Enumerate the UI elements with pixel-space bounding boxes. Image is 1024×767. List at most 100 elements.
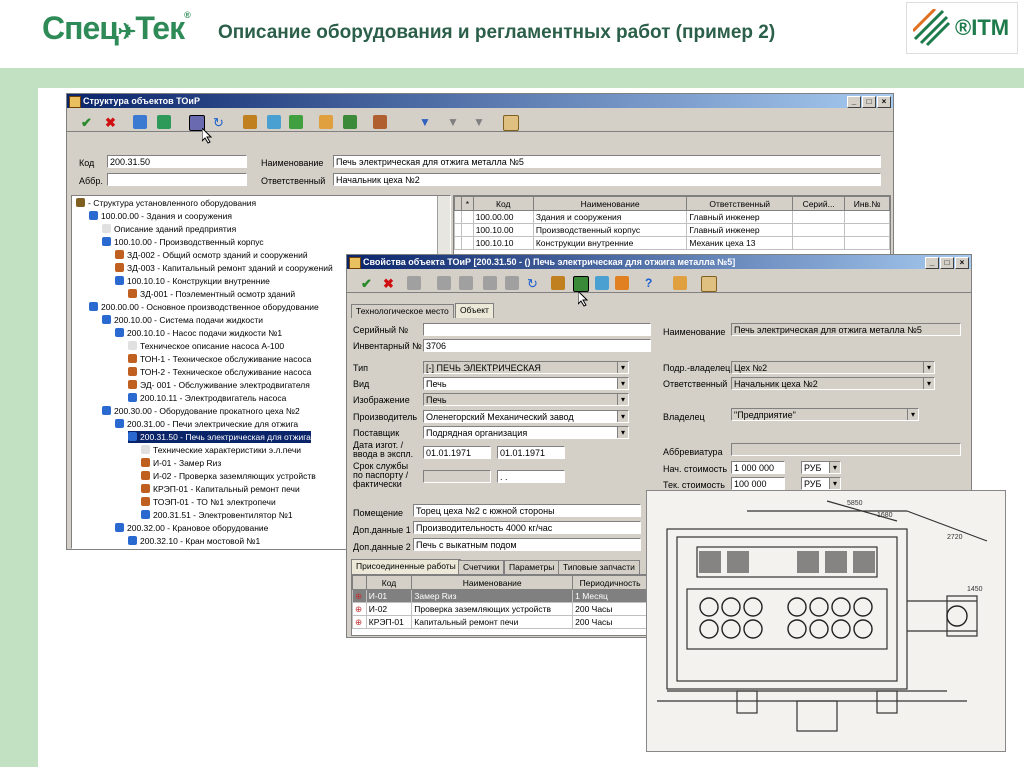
tag-icon[interactable] bbox=[319, 115, 333, 129]
image-select[interactable]: Печь bbox=[423, 393, 629, 406]
cost1-field[interactable]: 100 000 bbox=[731, 477, 785, 490]
works-column-header[interactable]: Наименование bbox=[411, 575, 574, 590]
table-row[interactable]: 100.10.00 Производственный корпус Главный … bbox=[454, 223, 890, 237]
filter-icon[interactable]: ▼ bbox=[419, 115, 433, 129]
tree-node[interactable]: ЭД- 001 - Обслуживание электродвигателя bbox=[128, 379, 310, 391]
tab-tech-place[interactable]: Технологическое место bbox=[351, 304, 454, 318]
tree-node[interactable]: И-01 - Замер Rиз bbox=[141, 457, 221, 469]
link-icon[interactable] bbox=[243, 115, 257, 129]
minimize-button[interactable]: _ bbox=[847, 96, 861, 108]
copy-icon[interactable] bbox=[483, 276, 497, 290]
grid-column-header[interactable]: Код bbox=[472, 196, 534, 211]
cancel-x-icon[interactable]: ✖ bbox=[105, 115, 119, 130]
zoom-icon[interactable] bbox=[437, 276, 451, 290]
tab-object[interactable]: Объект bbox=[455, 303, 494, 318]
filter-clear-icon[interactable]: ▼ bbox=[473, 115, 487, 129]
add-object-icon[interactable] bbox=[133, 115, 147, 129]
serial-field[interactable] bbox=[423, 323, 651, 336]
grid-column-header[interactable]: Наименование bbox=[532, 196, 688, 211]
manufacture-date-field[interactable]: 01.01.1971 bbox=[423, 446, 491, 459]
maximize-button[interactable]: □ bbox=[862, 96, 876, 108]
grid-column-header[interactable]: * bbox=[461, 196, 474, 211]
add2-field[interactable]: Печь с выкатным подом bbox=[413, 538, 641, 551]
table-row[interactable]: 100.00.00 Здания и сооружения Главный инже… bbox=[454, 210, 890, 224]
window-list-icon[interactable] bbox=[701, 276, 717, 292]
tree-node[interactable]: ЗД-003 - Капитальный ремонт зданий и соо… bbox=[115, 262, 333, 274]
edit-icon[interactable] bbox=[595, 276, 609, 290]
tab-parameters[interactable]: Параметры bbox=[504, 560, 560, 574]
tree-node[interactable]: Описание зданий предприятия bbox=[102, 223, 236, 235]
resp-field[interactable]: Начальник цеха №2 bbox=[333, 173, 881, 186]
table-row[interactable]: ⊕ И-01 Замер Rиз 1 Месяц bbox=[352, 589, 648, 603]
tree-node[interactable]: Технические характеристики э.л.печи bbox=[141, 444, 301, 456]
refresh-icon[interactable]: ↻ bbox=[213, 115, 227, 130]
link-icon[interactable] bbox=[551, 276, 565, 290]
close-button[interactable]: × bbox=[877, 96, 891, 108]
owner-sub-select[interactable]: Цех №2 bbox=[731, 361, 935, 374]
cancel-x-icon[interactable]: ✖ bbox=[383, 276, 397, 291]
zoom2-icon[interactable] bbox=[459, 276, 473, 290]
owner-select[interactable]: "Предприятие" bbox=[731, 408, 919, 421]
save-check-icon[interactable]: ✔ bbox=[361, 276, 375, 291]
book-icon[interactable] bbox=[505, 276, 519, 290]
inv-field[interactable]: 3706 bbox=[423, 339, 651, 352]
maker-select[interactable]: Оленегорский Механический завод bbox=[423, 410, 629, 423]
table-row[interactable]: ⊕ КРЭП-01 Капитальный ремонт печи 200 Часы bbox=[352, 615, 648, 629]
room-field[interactable]: Торец цеха №2 с южной стороны bbox=[413, 504, 641, 517]
tree-node[interactable]: 100.10.10 - Конструкции внутренние bbox=[115, 275, 270, 287]
abbr-field[interactable] bbox=[107, 173, 247, 186]
cost0-currency[interactable]: РУБ bbox=[801, 461, 841, 474]
filter-edit-icon[interactable]: ▼ bbox=[447, 115, 461, 129]
doc-icon[interactable] bbox=[343, 115, 357, 129]
life-passport-field[interactable] bbox=[423, 470, 491, 483]
refresh-icon[interactable]: ↻ bbox=[527, 276, 541, 291]
template-icon[interactable] bbox=[289, 115, 303, 129]
close-button[interactable]: × bbox=[955, 257, 969, 269]
doc-icon[interactable] bbox=[573, 276, 589, 292]
tree-node[interactable]: 200.31.00 - Печи электрические для отжиг… bbox=[115, 418, 298, 430]
type-select[interactable]: [-] ПЕЧЬ ЭЛЕКТРИЧЕСКАЯ bbox=[423, 361, 629, 374]
tree-node[interactable]: 200.31.51 - Электровентилятор №1 bbox=[141, 509, 293, 521]
tree-node[interactable]: 200.30.00 - Оборудование прокатного цеха… bbox=[102, 405, 300, 417]
tree-node[interactable]: 200.10.00 - Система подачи жидкости bbox=[102, 314, 263, 326]
works-column-header[interactable] bbox=[352, 575, 367, 590]
tree-node[interactable]: 200.10.11 - Электродвигатель насоса bbox=[128, 392, 286, 404]
cost1-currency[interactable]: РУБ bbox=[801, 477, 841, 490]
people-icon[interactable] bbox=[373, 115, 387, 129]
tree-node[interactable]: ТОН-2 - Техническое обслуживание насоса bbox=[128, 366, 311, 378]
add1-field[interactable]: Производительность 4000 кг/час bbox=[413, 521, 641, 534]
tree-node[interactable]: ЗД-002 - Общий осмотр зданий и сооружени… bbox=[115, 249, 308, 261]
grid-column-header[interactable]: Инв.№ bbox=[844, 196, 890, 211]
help-icon[interactable]: ? bbox=[645, 276, 659, 290]
tab-counters[interactable]: Счетчики bbox=[458, 560, 505, 574]
add-child-icon[interactable] bbox=[157, 115, 171, 129]
maximize-button[interactable]: □ bbox=[940, 257, 954, 269]
tree-node[interactable]: И-02 - Проверка заземляющих устройств bbox=[141, 470, 316, 482]
tree-node[interactable]: ЗД-001 - Поэлементный осмотр зданий bbox=[128, 288, 295, 300]
tree-node[interactable]: 200.00.00 - Основное производственное об… bbox=[89, 301, 319, 313]
table-row[interactable]: 100.10.10 Конструкции внутренние Механик ц… bbox=[454, 236, 890, 250]
tree-node[interactable]: КРЭП-01 - Капитальный ремонт печи bbox=[141, 483, 300, 495]
kind-select[interactable]: Печь bbox=[423, 377, 629, 390]
tree-node[interactable]: 200.32.00 - Крановое оборудование bbox=[115, 522, 268, 534]
grid-column-header[interactable]: Ответственный bbox=[686, 196, 794, 211]
tree-node[interactable]: - Структура установленного оборудования bbox=[76, 197, 256, 209]
supplier-select[interactable]: Подрядная организация bbox=[423, 426, 629, 439]
commission-date-field[interactable]: 01.01.1971 bbox=[497, 446, 565, 459]
name-field[interactable]: Печь электрическая для отжига металла №5 bbox=[333, 155, 881, 168]
cost0-field[interactable]: 1 000 000 bbox=[731, 461, 785, 474]
tab-spare-parts[interactable]: Типовые запчасти bbox=[558, 560, 640, 574]
name-field[interactable]: Печь электрическая для отжига металла №5 bbox=[731, 323, 961, 336]
window-list-icon[interactable] bbox=[503, 115, 519, 131]
tab-attached-works[interactable]: Присоединенные работы bbox=[351, 559, 461, 574]
works-column-header[interactable]: Периодичность bbox=[572, 575, 648, 590]
hierarchy-icon[interactable] bbox=[615, 276, 629, 290]
tree-node[interactable]: Техническое описание насоса А-100 bbox=[128, 340, 284, 352]
life-actual-field[interactable]: . . bbox=[497, 470, 565, 483]
tree-node[interactable]: ТОН-1 - Техническое обслуживание насоса bbox=[128, 353, 311, 365]
table-row[interactable]: ⊕ И-02 Проверка заземляющих устройств 200 Ч… bbox=[352, 602, 648, 616]
print-icon[interactable] bbox=[407, 276, 421, 290]
save-check-icon[interactable]: ✔ bbox=[81, 115, 95, 130]
tree-node[interactable]: 200.10.10 - Насос подачи жидкости №1 bbox=[115, 327, 282, 339]
resp-select[interactable]: Начальник цеха №2 bbox=[731, 377, 935, 390]
